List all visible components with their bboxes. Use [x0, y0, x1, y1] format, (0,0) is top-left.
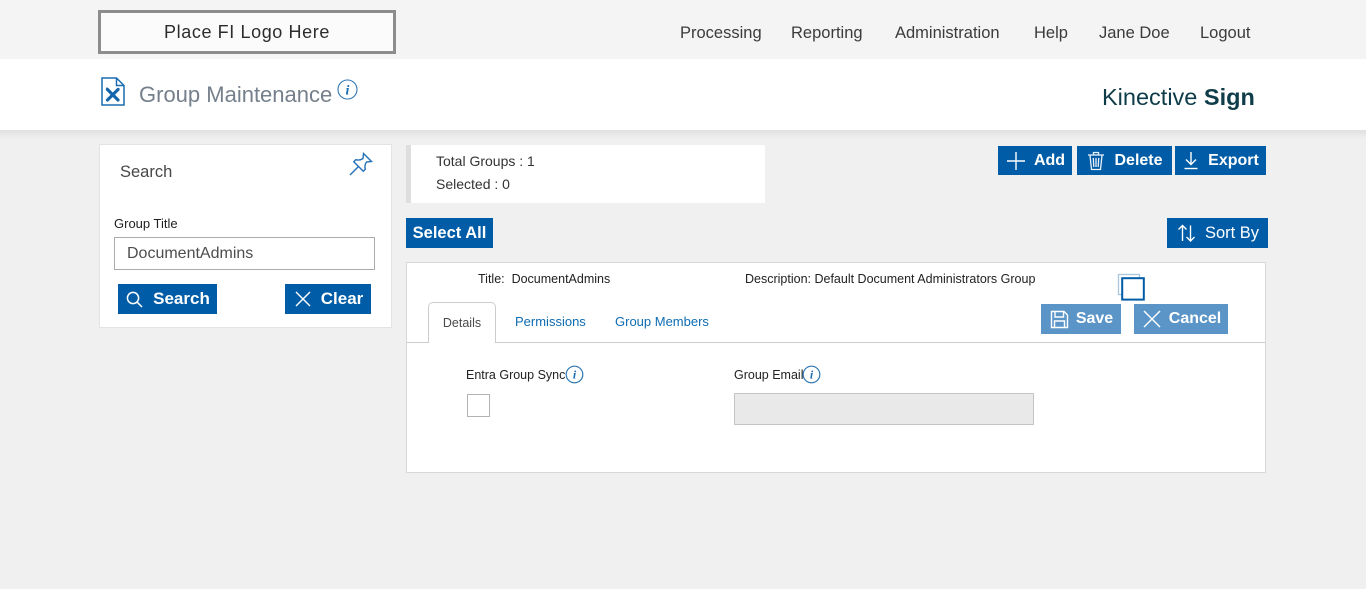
svg-text:i: i [810, 368, 814, 382]
svg-text:i: i [573, 368, 577, 382]
svg-text:i: i [346, 84, 350, 99]
